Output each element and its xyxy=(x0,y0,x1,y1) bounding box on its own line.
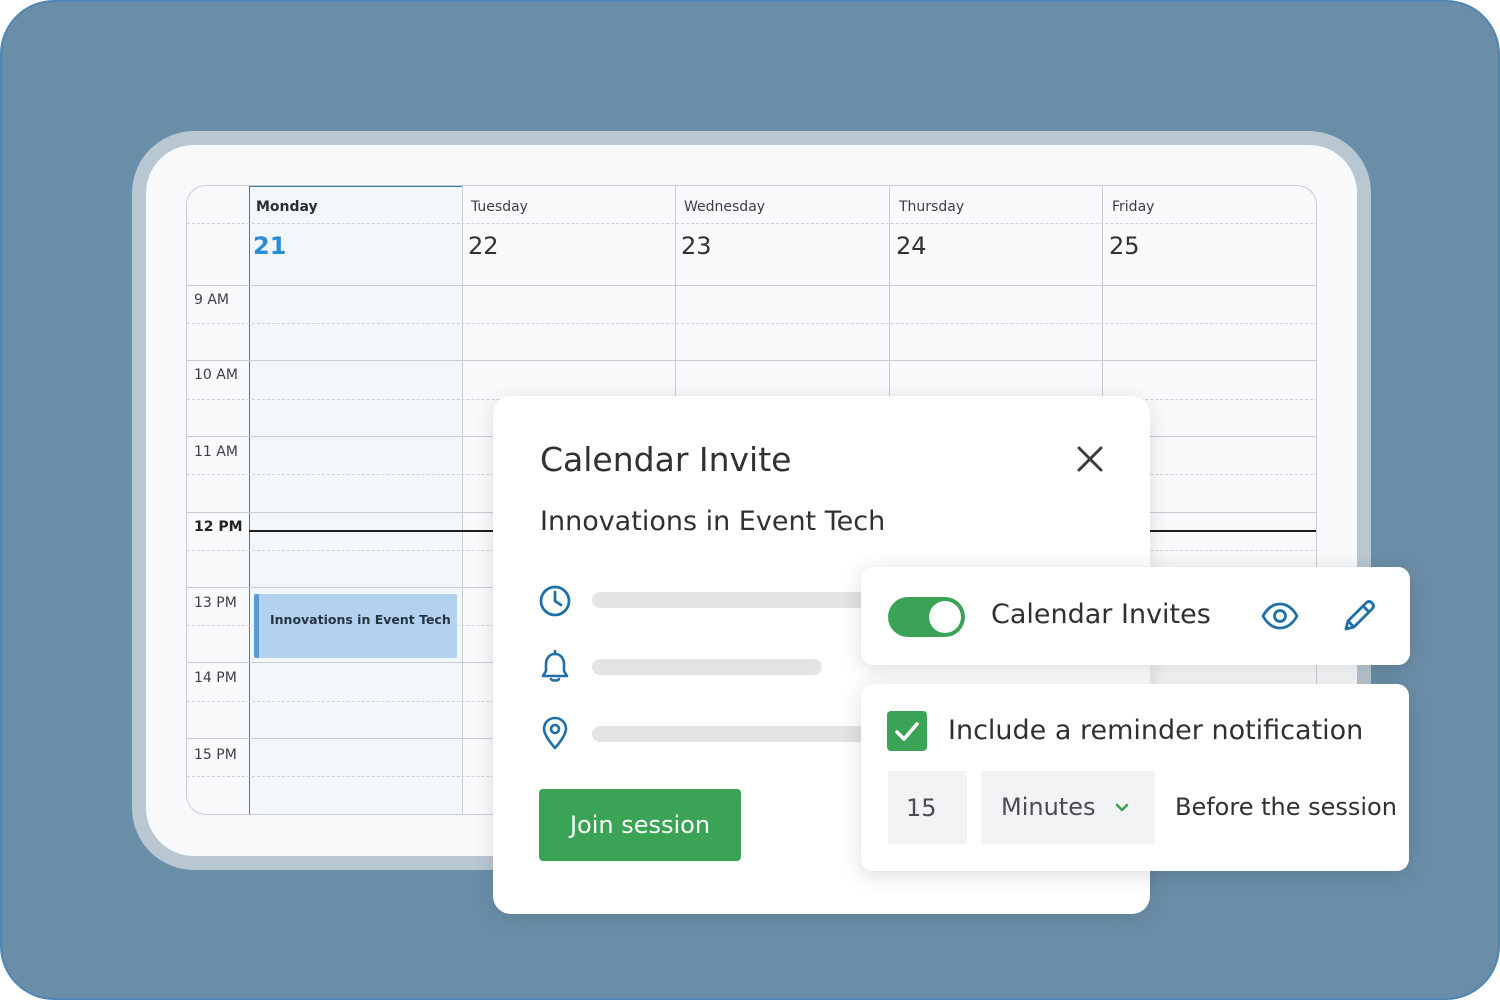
reminder-label: Include a reminder notification xyxy=(948,715,1364,746)
close-icon[interactable] xyxy=(1074,443,1106,475)
eye-icon[interactable] xyxy=(1260,599,1300,633)
location-pin-icon xyxy=(542,716,568,750)
half-hour-line xyxy=(187,323,1316,324)
time-label: 15 PM xyxy=(194,747,237,763)
date-monday[interactable]: 21 xyxy=(253,232,286,260)
time-label: 14 PM xyxy=(194,670,237,686)
selected-unit: Minutes xyxy=(1001,793,1096,821)
reminder-suffix: Before the session xyxy=(1175,793,1397,821)
date-friday[interactable]: 25 xyxy=(1109,232,1140,260)
chevron-down-icon xyxy=(1115,803,1129,812)
time-label-current: 12 PM xyxy=(194,519,243,535)
column-divider xyxy=(462,186,463,814)
date-wednesday[interactable]: 23 xyxy=(681,232,712,260)
bell-icon xyxy=(541,649,569,682)
checkmark-icon xyxy=(895,722,919,741)
join-session-button[interactable]: Join session xyxy=(539,789,741,861)
pencil-icon[interactable] xyxy=(1340,597,1378,635)
row-line xyxy=(187,360,1316,361)
dialog-title: Calendar Invite xyxy=(540,440,792,479)
header-divider xyxy=(187,223,1316,224)
time-label: 10 AM xyxy=(194,367,238,383)
calendar-invites-toggle[interactable] xyxy=(888,597,965,637)
day-name-friday: Friday xyxy=(1112,199,1155,215)
event-name: Innovations in Event Tech xyxy=(540,506,886,537)
time-label: 11 AM xyxy=(194,444,238,460)
calendar-invites-label: Calendar Invites xyxy=(991,599,1211,630)
location-placeholder xyxy=(592,726,892,742)
date-thursday[interactable]: 24 xyxy=(896,232,927,260)
calendar-event[interactable]: Innovations in Event Tech xyxy=(254,594,457,658)
time-placeholder xyxy=(592,592,892,608)
toggle-knob xyxy=(929,601,961,633)
time-label: 13 PM xyxy=(194,595,237,611)
calendar-invites-card: Calendar Invites xyxy=(861,567,1410,665)
time-label: 9 AM xyxy=(194,292,230,308)
day-name-tuesday: Tuesday xyxy=(471,199,528,215)
reminder-checkbox[interactable] xyxy=(887,711,927,751)
selected-day-column[interactable] xyxy=(249,186,463,814)
reminder-amount-input[interactable] xyxy=(888,771,967,844)
row-line xyxy=(187,285,1316,286)
reminder-placeholder xyxy=(592,659,822,675)
day-name-monday: Monday xyxy=(256,199,318,215)
date-tuesday[interactable]: 22 xyxy=(468,232,499,260)
clock-icon xyxy=(539,585,571,617)
day-name-thursday: Thursday xyxy=(899,199,965,215)
reminder-unit-select[interactable]: Minutes xyxy=(981,771,1155,844)
day-name-wednesday: Wednesday xyxy=(684,199,766,215)
reminder-card: Include a reminder notification Minutes … xyxy=(861,684,1409,871)
